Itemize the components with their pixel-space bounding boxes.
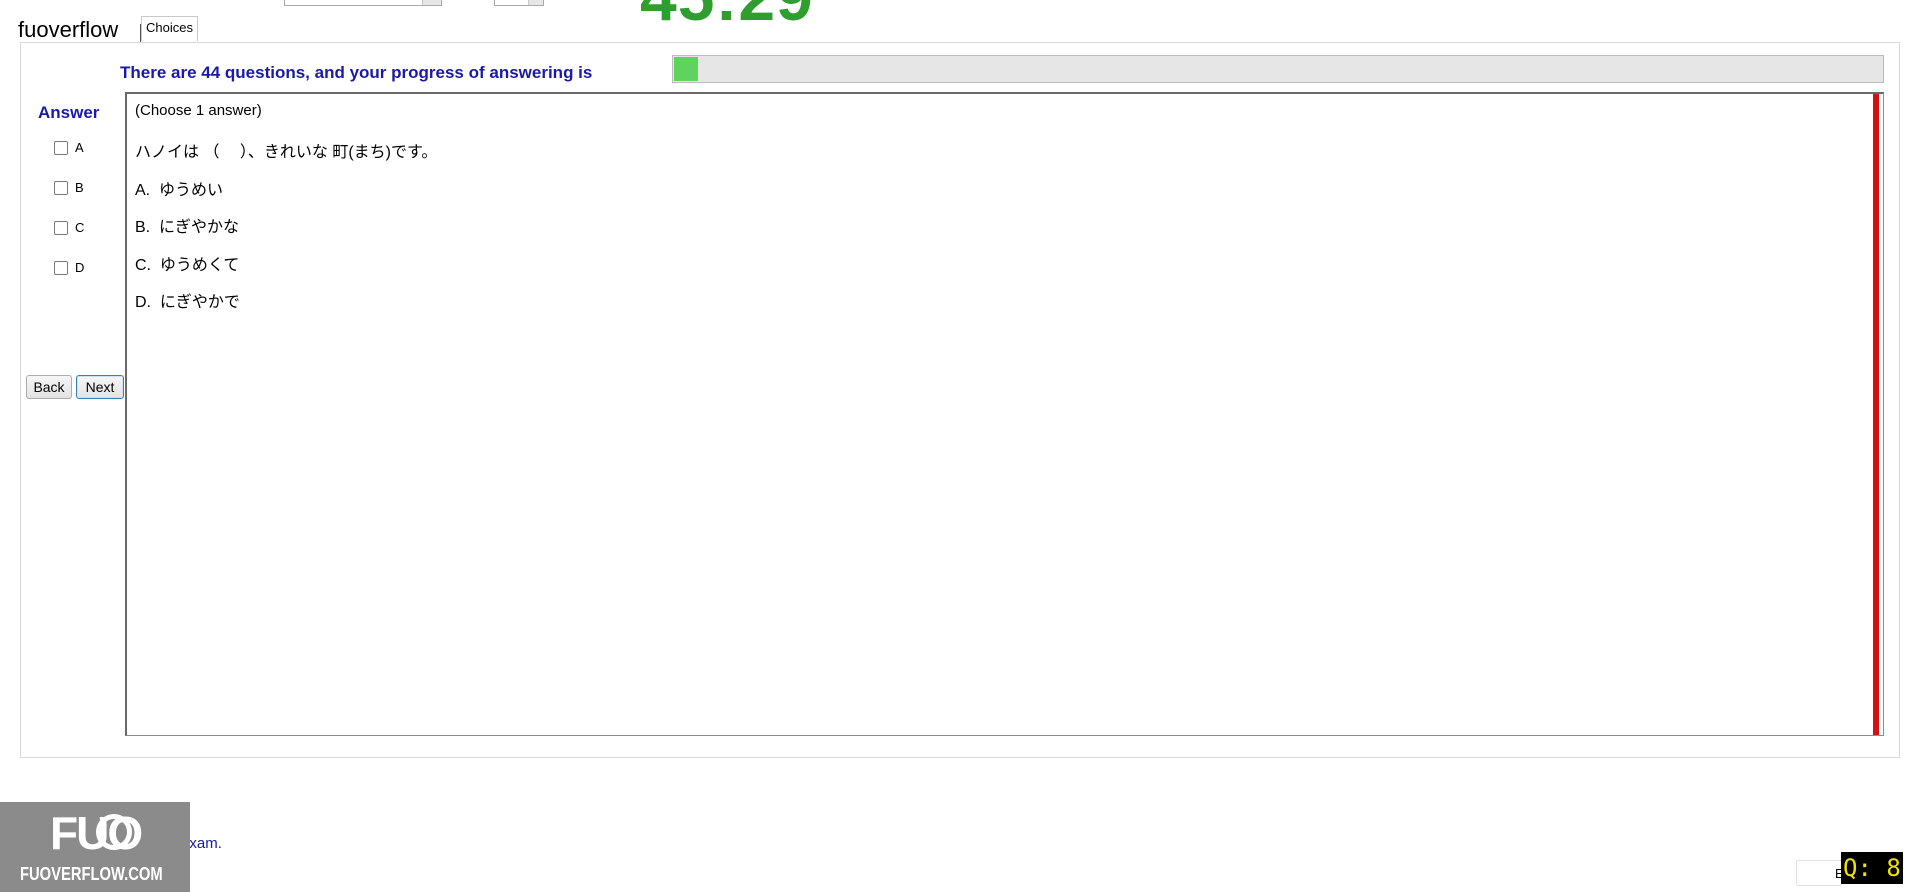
spin-arrow-icon[interactable]: [528, 0, 543, 5]
option-c[interactable]: C: [54, 220, 84, 235]
question-box[interactable]: (Choose 1 answer) ハノイは （ ）、きれいな 町(まち)です。…: [125, 92, 1884, 736]
back-button[interactable]: Back: [26, 375, 72, 399]
option-d-checkbox[interactable]: [54, 260, 68, 275]
choice-c-text: C. ゆうめくて: [135, 257, 240, 274]
option-a-checkbox[interactable]: [54, 140, 68, 155]
option-d-label: D: [75, 260, 85, 275]
next-button[interactable]: Next: [76, 375, 124, 399]
top-spin-box[interactable]: [494, 0, 544, 6]
top-combo-box[interactable]: [284, 0, 442, 6]
question-stem: ハノイは （ ）、きれいな 町(まち)です。: [135, 144, 438, 161]
option-d[interactable]: D: [54, 260, 84, 275]
countdown-timer: 45:29: [640, 0, 814, 30]
progress-fill: [674, 57, 698, 81]
option-a[interactable]: A: [54, 140, 84, 155]
tab-choices[interactable]: Choices: [141, 16, 198, 41]
option-b[interactable]: B: [54, 180, 84, 195]
answer-title: Answer: [38, 103, 100, 122]
question-instruction: (Choose 1 answer): [135, 102, 262, 119]
choice-b-text: B. にぎやかな: [135, 219, 240, 236]
logo-text: FUOVERFLOW.COM: [20, 864, 163, 884]
option-c-label: C: [75, 220, 85, 235]
brand-label: fuoverflow: [18, 17, 119, 42]
option-a-label: A: [75, 140, 84, 155]
watermark-logo: FUO FUOVERFLOW.COM: [0, 802, 190, 892]
choice-a-text: A. ゆうめい: [135, 182, 224, 199]
option-c-checkbox[interactable]: [54, 220, 68, 235]
option-b-label: B: [75, 180, 84, 195]
progress-bar: [672, 55, 1884, 83]
choice-d-text: D. にぎやかで: [135, 294, 240, 311]
option-b-checkbox[interactable]: [54, 180, 68, 195]
logo-ring-icon: [96, 814, 132, 850]
chevron-down-icon[interactable]: [422, 0, 441, 5]
scroll-marker: [1873, 94, 1879, 735]
question-counter: Q: 8: [1841, 852, 1903, 884]
progress-text: There are 44 questions, and your progres…: [120, 63, 593, 82]
